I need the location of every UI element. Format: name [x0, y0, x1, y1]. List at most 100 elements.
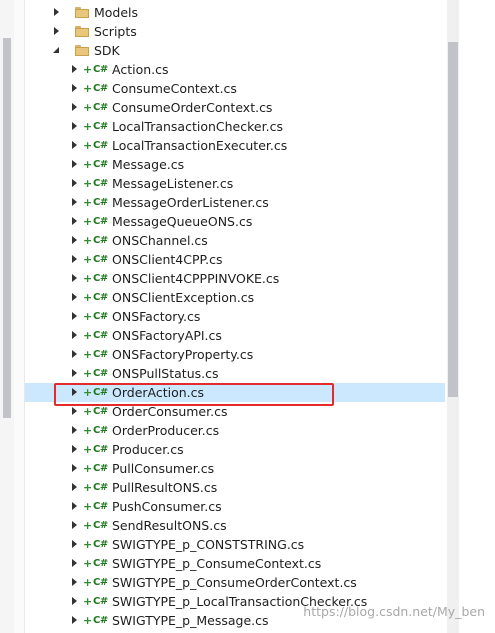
file-label: ConsumeContext.cs — [112, 81, 237, 96]
left-scrollbar-track[interactable] — [0, 0, 15, 633]
chevron-collapsed-icon[interactable] — [70, 288, 80, 307]
chevron-collapsed-icon[interactable] — [70, 478, 80, 497]
pending-add-icon: + — [83, 443, 93, 456]
csharp-file-icon: C# — [93, 311, 108, 322]
chevron-collapsed-icon[interactable] — [70, 554, 80, 573]
chevron-collapsed-icon[interactable] — [70, 136, 80, 155]
chevron-expanded-icon[interactable] — [52, 41, 62, 60]
chevron-collapsed-icon[interactable] — [70, 421, 80, 440]
file-row[interactable]: + C# OrderConsumer.cs — [25, 402, 445, 421]
chevron-collapsed-icon[interactable] — [70, 60, 80, 79]
file-label: ONSFactoryAPI.cs — [112, 328, 222, 343]
file-row[interactable]: + C# OrderAction.cs — [25, 383, 445, 402]
file-label: SWIGTYPE_p_ConsumeOrderContext.cs — [112, 575, 357, 590]
chevron-collapsed-icon[interactable] — [70, 231, 80, 250]
pending-add-icon: + — [83, 63, 93, 76]
file-row[interactable]: + C# MessageListener.cs — [25, 174, 445, 193]
chevron-collapsed-icon[interactable] — [70, 440, 80, 459]
pending-add-icon: + — [83, 462, 93, 475]
folder-row-models[interactable]: Models — [25, 3, 445, 22]
file-row[interactable]: + C# Message.cs — [25, 155, 445, 174]
pending-add-icon: + — [83, 481, 93, 494]
file-label: ONSPullStatus.cs — [112, 366, 219, 381]
pending-add-icon: + — [83, 310, 93, 323]
csharp-file-icon: C# — [93, 444, 108, 455]
chevron-collapsed-icon[interactable] — [70, 117, 80, 136]
csharp-file-icon: C# — [93, 520, 108, 531]
pending-add-icon: + — [83, 405, 93, 418]
right-scrollbar-thumb[interactable] — [448, 42, 458, 397]
folder-icon — [75, 45, 89, 56]
chevron-collapsed-icon[interactable] — [70, 383, 80, 402]
file-row[interactable]: + C# ONSClientException.cs — [25, 288, 445, 307]
file-row[interactable]: + C# LocalTransactionExecuter.cs — [25, 136, 445, 155]
file-row[interactable]: + C# PushConsumer.cs — [25, 497, 445, 516]
pending-add-icon: + — [83, 348, 93, 361]
file-label: PushConsumer.cs — [112, 499, 222, 514]
file-label: LocalTransactionExecuter.cs — [112, 138, 288, 153]
chevron-collapsed-icon[interactable] — [52, 3, 62, 22]
file-row[interactable]: + C# SWIGTYPE_p_ConsumeOrderContext.cs — [25, 573, 445, 592]
chevron-collapsed-icon[interactable] — [70, 193, 80, 212]
file-row[interactable]: + C# PullConsumer.cs — [25, 459, 445, 478]
pending-add-icon: + — [83, 386, 93, 399]
csharp-file-icon: C# — [93, 615, 108, 626]
file-label: Producer.cs — [112, 442, 184, 457]
file-row[interactable]: + C# ONSClient4CPP.cs — [25, 250, 445, 269]
chevron-collapsed-icon[interactable] — [70, 307, 80, 326]
chevron-collapsed-icon[interactable] — [70, 364, 80, 383]
chevron-collapsed-icon[interactable] — [70, 516, 80, 535]
file-row[interactable]: + C# ONSFactory.cs — [25, 307, 445, 326]
file-label: SendResultONS.cs — [112, 518, 227, 533]
file-row[interactable]: + C# OrderProducer.cs — [25, 421, 445, 440]
pending-add-icon: + — [83, 177, 93, 190]
file-row[interactable]: + C# PullResultONS.cs — [25, 478, 445, 497]
file-row[interactable]: + C# ONSFactoryProperty.cs — [25, 345, 445, 364]
csharp-file-icon: C# — [93, 121, 108, 132]
file-row[interactable]: + C# MessageQueueONS.cs — [25, 212, 445, 231]
file-row[interactable]: + C# MessageOrderListener.cs — [25, 193, 445, 212]
file-row[interactable]: + C# LocalTransactionChecker.cs — [25, 117, 445, 136]
csharp-file-icon: C# — [93, 254, 108, 265]
file-row[interactable]: + C# ONSChannel.cs — [25, 231, 445, 250]
csharp-file-icon: C# — [93, 463, 108, 474]
chevron-collapsed-icon[interactable] — [70, 326, 80, 345]
file-row[interactable]: + C# ONSPullStatus.cs — [25, 364, 445, 383]
chevron-collapsed-icon[interactable] — [70, 174, 80, 193]
chevron-collapsed-icon[interactable] — [70, 592, 80, 611]
left-scrollbar-thumb[interactable] — [3, 38, 11, 418]
file-row[interactable]: + C# SWIGTYPE_p_ConsumeContext.cs — [25, 554, 445, 573]
chevron-collapsed-icon[interactable] — [70, 535, 80, 554]
pending-add-icon: + — [83, 196, 93, 209]
chevron-collapsed-icon[interactable] — [70, 459, 80, 478]
pending-add-icon: + — [83, 272, 93, 285]
csharp-file-icon: C# — [93, 235, 108, 246]
folder-row-sdk[interactable]: SDK — [25, 41, 445, 60]
file-row[interactable]: + C# Action.cs — [25, 60, 445, 79]
file-label: ONSFactoryProperty.cs — [112, 347, 254, 362]
chevron-collapsed-icon[interactable] — [70, 269, 80, 288]
pending-add-icon: + — [83, 253, 93, 266]
pending-add-icon: + — [83, 101, 93, 114]
chevron-collapsed-icon[interactable] — [70, 212, 80, 231]
file-row[interactable]: + C# Producer.cs — [25, 440, 445, 459]
chevron-collapsed-icon[interactable] — [70, 573, 80, 592]
chevron-collapsed-icon[interactable] — [70, 250, 80, 269]
file-row[interactable]: + C# SendResultONS.cs — [25, 516, 445, 535]
chevron-collapsed-icon[interactable] — [70, 611, 80, 630]
file-row[interactable]: + C# SWIGTYPE_p_CONSTSTRING.cs — [25, 535, 445, 554]
chevron-collapsed-icon[interactable] — [70, 497, 80, 516]
file-row[interactable]: + C# ONSFactoryAPI.cs — [25, 326, 445, 345]
chevron-collapsed-icon[interactable] — [70, 98, 80, 117]
chevron-collapsed-icon[interactable] — [70, 79, 80, 98]
chevron-collapsed-icon[interactable] — [70, 402, 80, 421]
chevron-collapsed-icon[interactable] — [70, 155, 80, 174]
folder-label: SDK — [94, 43, 120, 58]
file-row[interactable]: + C# ONSClient4CPPPINVOKE.cs — [25, 269, 445, 288]
chevron-collapsed-icon[interactable] — [52, 22, 62, 41]
file-label: Message.cs — [112, 157, 185, 172]
folder-row-scripts[interactable]: Scripts — [25, 22, 445, 41]
file-row[interactable]: + C# ConsumeOrderContext.cs — [25, 98, 445, 117]
chevron-collapsed-icon[interactable] — [70, 345, 80, 364]
file-row[interactable]: + C# ConsumeContext.cs — [25, 79, 445, 98]
